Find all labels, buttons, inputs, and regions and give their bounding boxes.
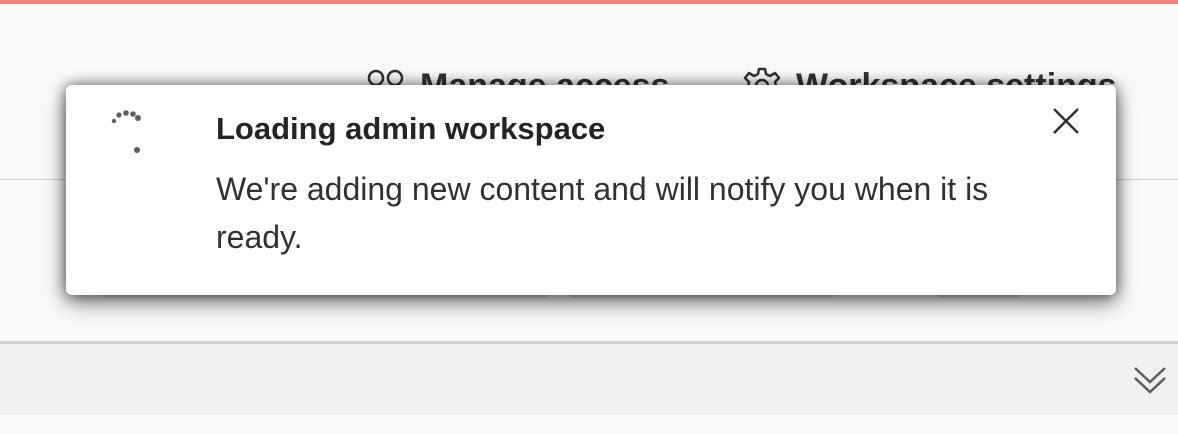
double-chevron-down-icon[interactable] [1130, 358, 1170, 398]
toast-title: Loading admin workspace [216, 111, 606, 146]
loading-spinner-icon [111, 110, 141, 153]
close-icon[interactable] [1046, 101, 1086, 141]
toast-message: We're adding new content and will notify… [216, 171, 989, 255]
collapsible-section-bar [0, 344, 1178, 415]
content-area [0, 415, 1178, 434]
loading-toast-notification: Loading admin workspace We're adding new… [66, 85, 1116, 295]
